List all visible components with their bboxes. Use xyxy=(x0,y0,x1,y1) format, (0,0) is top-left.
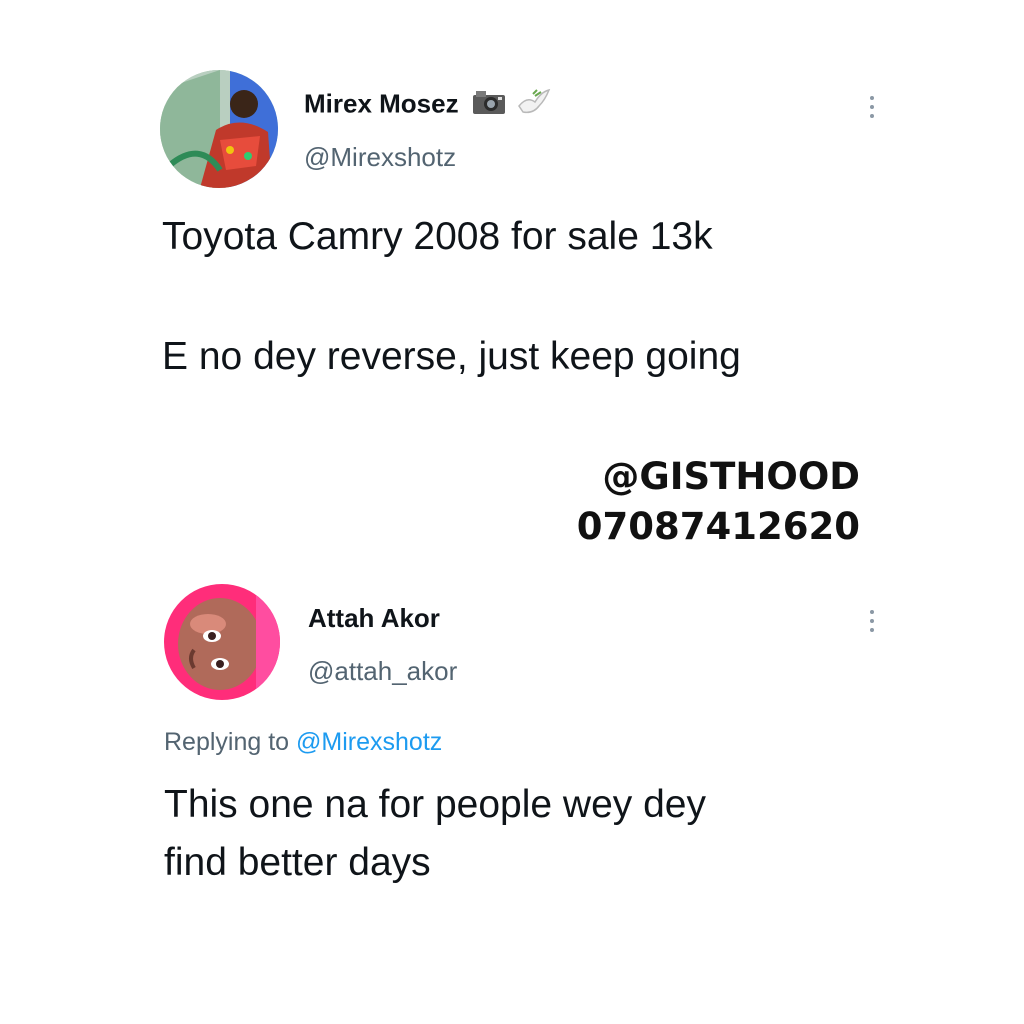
watermark-handle: @GISTHOOD xyxy=(602,455,860,498)
replying-to: Replying to @Mirexshotz xyxy=(164,728,442,757)
watermark: @GISTHOOD 07087412620 xyxy=(577,452,860,552)
reply-author-handle[interactable]: @attah_akor xyxy=(308,656,457,687)
avatar-attah-akor[interactable] xyxy=(164,584,280,700)
author-handle[interactable]: @Mirexshotz xyxy=(304,142,456,173)
replying-to-mention-link[interactable]: @Mirexshotz xyxy=(296,728,442,756)
camera-icon xyxy=(472,89,506,122)
reply-text-line-2: find better days xyxy=(164,841,431,884)
replying-to-prefix: Replying to xyxy=(164,728,290,756)
avatar-photo xyxy=(160,70,278,188)
tweet-text-line-1: Toyota Camry 2008 for sale 13k xyxy=(162,215,713,258)
author-name[interactable]: Mirex Mosez xyxy=(304,88,551,123)
reply-more-options-icon[interactable] xyxy=(868,610,876,640)
watermark-phone: 07087412620 xyxy=(576,505,860,548)
avatar-photo xyxy=(164,584,280,700)
reply-author-name[interactable]: Attah Akor xyxy=(308,603,440,634)
tweet-text-line-2: E no dey reverse, just keep going xyxy=(162,335,741,378)
reply-text-line-1: This one na for people wey dey xyxy=(164,783,707,826)
dove-icon xyxy=(515,88,551,123)
avatar-mirex-mosez[interactable] xyxy=(160,70,278,188)
more-options-icon[interactable] xyxy=(868,96,876,126)
author-name-text: Mirex Mosez xyxy=(304,88,459,119)
